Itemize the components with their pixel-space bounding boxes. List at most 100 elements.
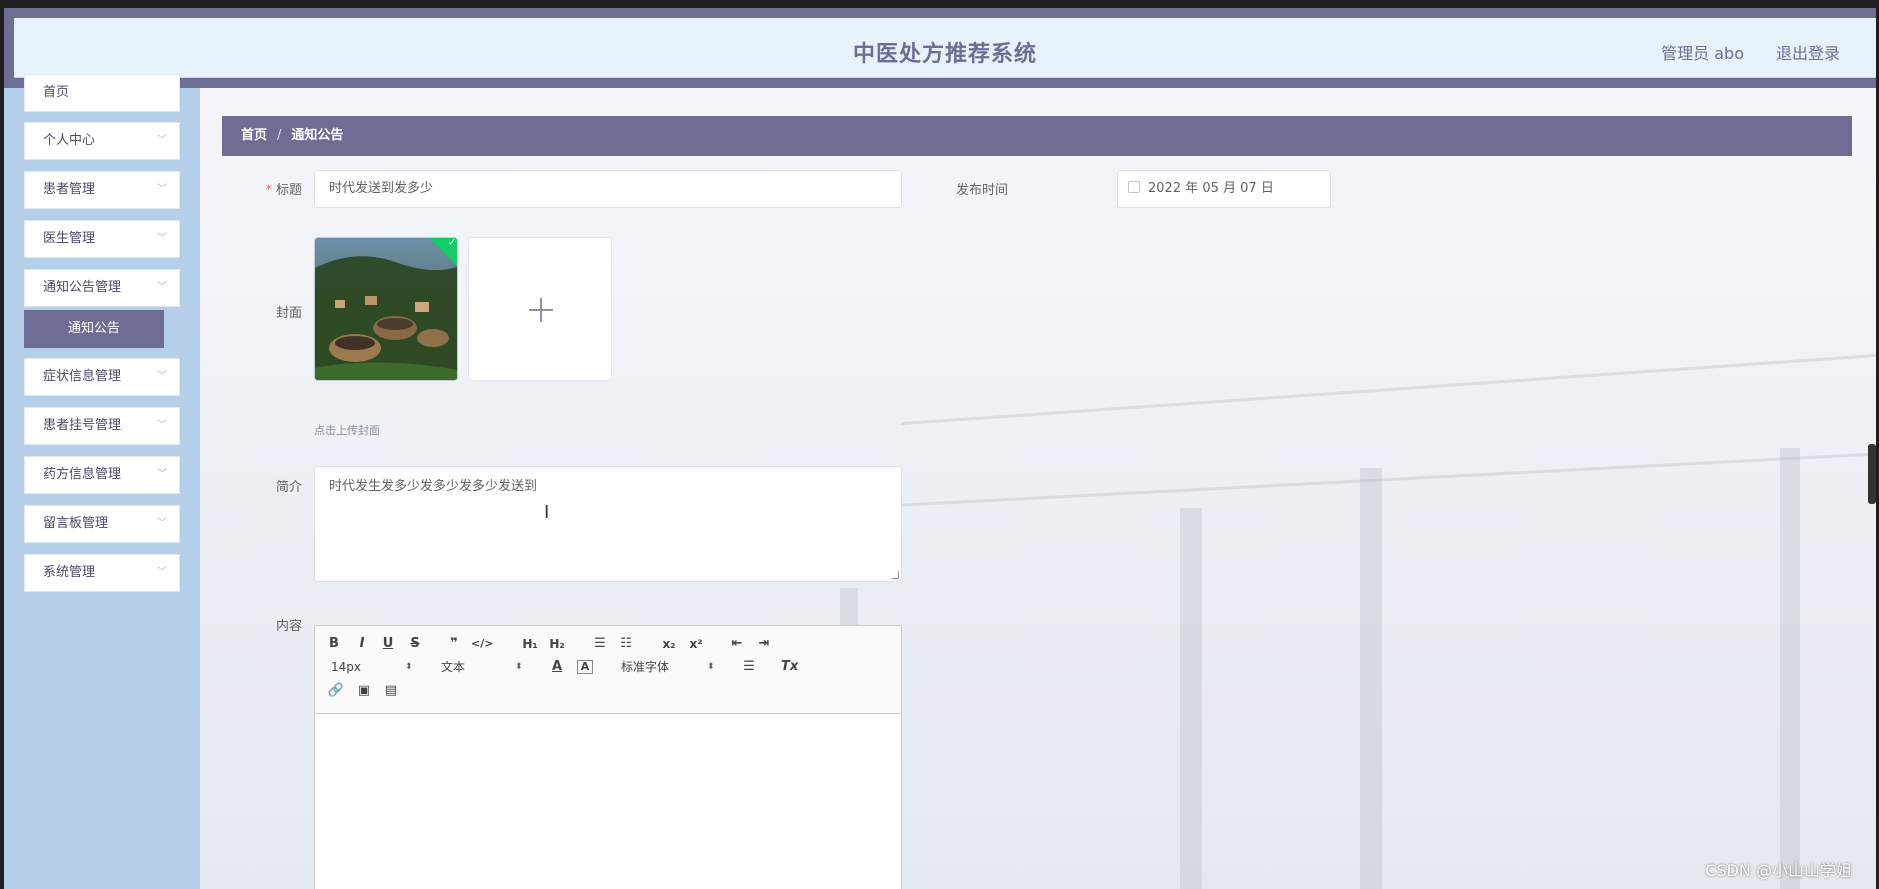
sidebar-item-patients[interactable]: 患者管理 ﹀ [24, 171, 180, 209]
sidebar-item-home[interactable]: 首页 [24, 74, 180, 112]
chevron-down-icon: ﹀ [157, 135, 167, 146]
cover-upload-hint: 点击上传封面 [314, 424, 380, 437]
chevron-down-icon: ﹀ [157, 518, 167, 529]
align-icon[interactable]: ☰ [741, 658, 757, 676]
summary-label: 简介 [275, 480, 302, 495]
sidebar-item-notice-management[interactable]: 通知公告管理 ﹀ [24, 269, 180, 307]
ordered-list-icon[interactable]: ☰ [591, 635, 609, 653]
publish-time-label: 发布时间 [955, 183, 1008, 198]
sidebar-item-prescriptions[interactable]: 药方信息管理 ﹀ [24, 456, 180, 494]
title-input[interactable]: 时代发送到发多少 [314, 170, 902, 208]
sidebar-subitem-notice[interactable]: 通知公告 [24, 310, 164, 348]
select-arrow-icon: ⬍ [707, 662, 715, 672]
sidebar-item-doctors[interactable]: 医生管理 ﹀ [24, 220, 180, 258]
chevron-down-icon: ﹀ [157, 233, 167, 244]
sidebar-item-symptoms[interactable]: 症状信息管理 ﹀ [24, 358, 180, 396]
font-family-value: 标准字体 [621, 660, 670, 674]
select-arrow-icon: ⬍ [515, 662, 523, 672]
italic-button[interactable]: I [355, 635, 369, 653]
publish-date-value: 2022 年 05 月 07 日 [1148, 181, 1274, 196]
indent-icon[interactable]: ⇥ [755, 635, 773, 653]
sidebar-item-message-board[interactable]: 留言板管理 ﹀ [24, 505, 180, 543]
chevron-down-icon: ﹀ [157, 371, 167, 382]
chevron-down-icon: ﹀ [157, 184, 167, 195]
link-icon[interactable]: 🔗 [327, 682, 345, 700]
title-label: * 标题 [222, 179, 302, 198]
rich-text-editor: B I U S ❞ </> H₁ H₂ ☰ ☷ x₂ x² ⇤ ⇥ 14px ⬍ [314, 625, 902, 889]
background-decoration [900, 452, 1876, 507]
chevron-down-icon: ﹀ [157, 469, 167, 480]
font-family-select[interactable]: 标准字体 ⬍ [621, 658, 717, 676]
cover-label: 封面 [275, 306, 302, 321]
font-size-value: 14px [331, 660, 361, 674]
cover-image-thumbnail[interactable]: ✓ [314, 237, 458, 381]
plus-icon [540, 298, 542, 322]
sidebar-item-label: 症状信息管理 [43, 369, 122, 384]
main-content: 首页 / 通知公告 * 标题 时代发送到发多少 发布时间 2022 年 05 月 07… [200, 88, 1876, 889]
editor-toolbar: B I U S ❞ </> H₁ H₂ ☰ ☷ x₂ x² ⇤ ⇥ 14px ⬍ [315, 626, 901, 714]
sidebar-item-label: 系统管理 [43, 565, 96, 580]
bold-button[interactable]: B [327, 635, 341, 653]
calendar-icon [1128, 181, 1140, 193]
clear-format-icon[interactable]: Tx [781, 658, 798, 676]
subscript-button[interactable]: x₂ [660, 635, 678, 653]
cover-upload-button[interactable] [468, 237, 612, 381]
h1-button[interactable]: H₁ [520, 635, 540, 653]
sidebar-item-label: 个人中心 [43, 133, 96, 148]
video-icon[interactable]: ▤ [382, 682, 400, 700]
content-label: 内容 [275, 619, 302, 634]
image-icon[interactable]: ▣ [355, 682, 373, 700]
select-arrow-icon: ⬍ [405, 662, 413, 672]
sidebar-item-label: 首页 [43, 85, 70, 100]
breadcrumb-home[interactable]: 首页 [241, 128, 267, 143]
watermark: CSDN @小山山学姐 [1705, 861, 1852, 880]
text-type-select[interactable]: 文本 ⬍ [441, 658, 525, 676]
background-decoration [1780, 448, 1800, 889]
cover-image [315, 238, 457, 380]
sidebar-item-label: 患者挂号管理 [43, 418, 122, 433]
sidebar-item-personal-center[interactable]: 个人中心 ﹀ [24, 122, 180, 160]
text-cursor-icon: I [544, 502, 550, 523]
sidebar-item-registration[interactable]: 患者挂号管理 ﹀ [24, 407, 180, 445]
title-label-text: 标题 [275, 183, 302, 198]
code-block-icon[interactable]: </> [471, 635, 493, 653]
summary-text: 时代发生发多少发多少发多少发送到 [329, 479, 538, 494]
sidebar-item-label: 医生管理 [43, 231, 96, 246]
publish-date-picker[interactable]: 2022 年 05 月 07 日 [1117, 170, 1331, 208]
check-icon: ✓ [447, 237, 457, 249]
sidebar-item-label: 药方信息管理 [43, 467, 122, 482]
h2-button[interactable]: H₂ [547, 635, 567, 653]
background-decoration [901, 353, 1876, 426]
breadcrumb-separator: / [277, 128, 282, 143]
text-type-value: 文本 [441, 660, 466, 674]
chevron-down-icon: ﹀ [157, 420, 167, 431]
summary-textarea[interactable]: 时代发生发多少发多少发多少发送到 [314, 466, 902, 582]
breadcrumb: 首页 / 通知公告 [222, 116, 1852, 156]
required-mark: * [265, 183, 272, 198]
sidebar-item-label: 患者管理 [43, 182, 96, 197]
sidebar-item-label: 留言板管理 [43, 516, 109, 531]
font-color-icon[interactable]: A [549, 658, 565, 676]
strike-button[interactable]: S [408, 635, 422, 653]
outdent-icon[interactable]: ⇤ [728, 635, 746, 653]
background-color-icon[interactable]: A [577, 660, 593, 674]
underline-button[interactable]: U [381, 635, 395, 653]
font-size-select[interactable]: 14px ⬍ [331, 658, 415, 676]
sidebar-item-system[interactable]: 系统管理 ﹀ [24, 554, 180, 592]
background-decoration [1180, 508, 1202, 889]
breadcrumb-current: 通知公告 [291, 128, 344, 143]
blockquote-icon[interactable]: ❞ [445, 635, 463, 653]
current-user: 管理员 abo [1661, 44, 1744, 63]
chevron-down-icon: ﹀ [157, 567, 167, 578]
app-window: 中医处方推荐系统 管理员 abo 退出登录 首页 个人中心 ﹀ 患者管理 ﹀ 医… [4, 8, 1876, 889]
sidebar-item-label: 通知公告管理 [43, 280, 122, 295]
background-decoration [1360, 468, 1382, 889]
bullet-list-icon[interactable]: ☷ [617, 635, 635, 653]
logout-link[interactable]: 退出登录 [1776, 40, 1840, 64]
sidebar: 首页 个人中心 ﹀ 患者管理 ﹀ 医生管理 ﹀ 通知公告管理 ﹀ 通知公告 症状… [4, 74, 200, 889]
page-scrollbar[interactable] [1868, 444, 1876, 504]
resize-handle[interactable] [891, 571, 899, 579]
superscript-button[interactable]: x² [687, 635, 705, 653]
chevron-down-icon: ﹀ [157, 282, 167, 293]
app-title: 中医处方推荐系统 [852, 42, 1037, 67]
